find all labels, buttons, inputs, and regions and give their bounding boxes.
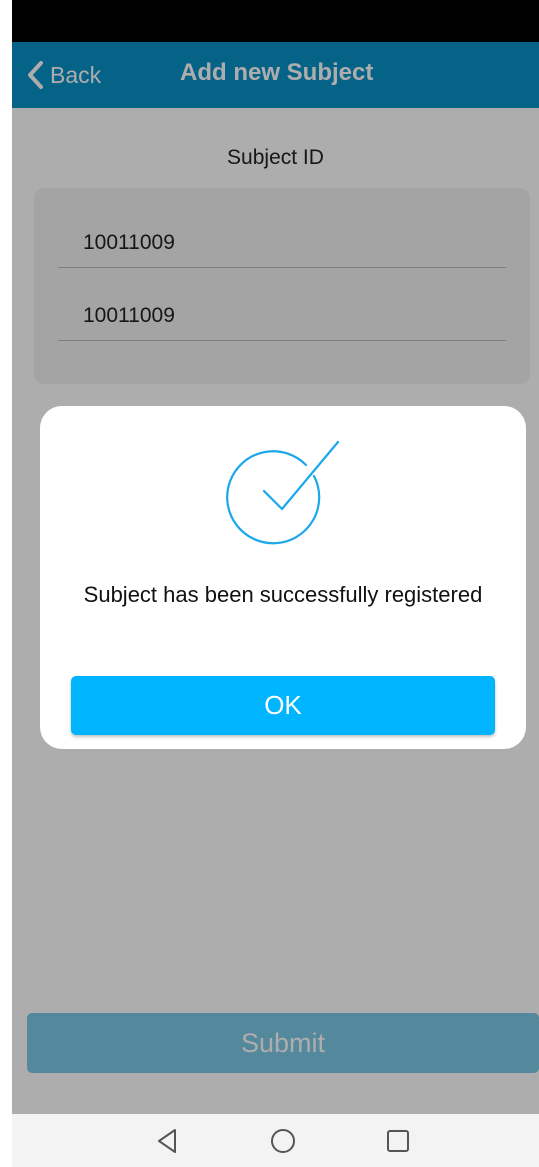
screen: Back Add new Subject Subject ID 10011009… xyxy=(12,0,539,1167)
system-nav-bar xyxy=(12,1114,539,1167)
success-dialog: Subject has been successfully registered… xyxy=(40,406,526,749)
check-circle-icon xyxy=(226,436,341,551)
ok-button[interactable]: OK xyxy=(71,676,495,735)
nav-home-icon[interactable] xyxy=(268,1126,298,1156)
nav-back-icon[interactable] xyxy=(153,1126,183,1156)
nav-recents-icon[interactable] xyxy=(383,1126,413,1156)
dialog-message: Subject has been successfully registered xyxy=(83,582,483,607)
